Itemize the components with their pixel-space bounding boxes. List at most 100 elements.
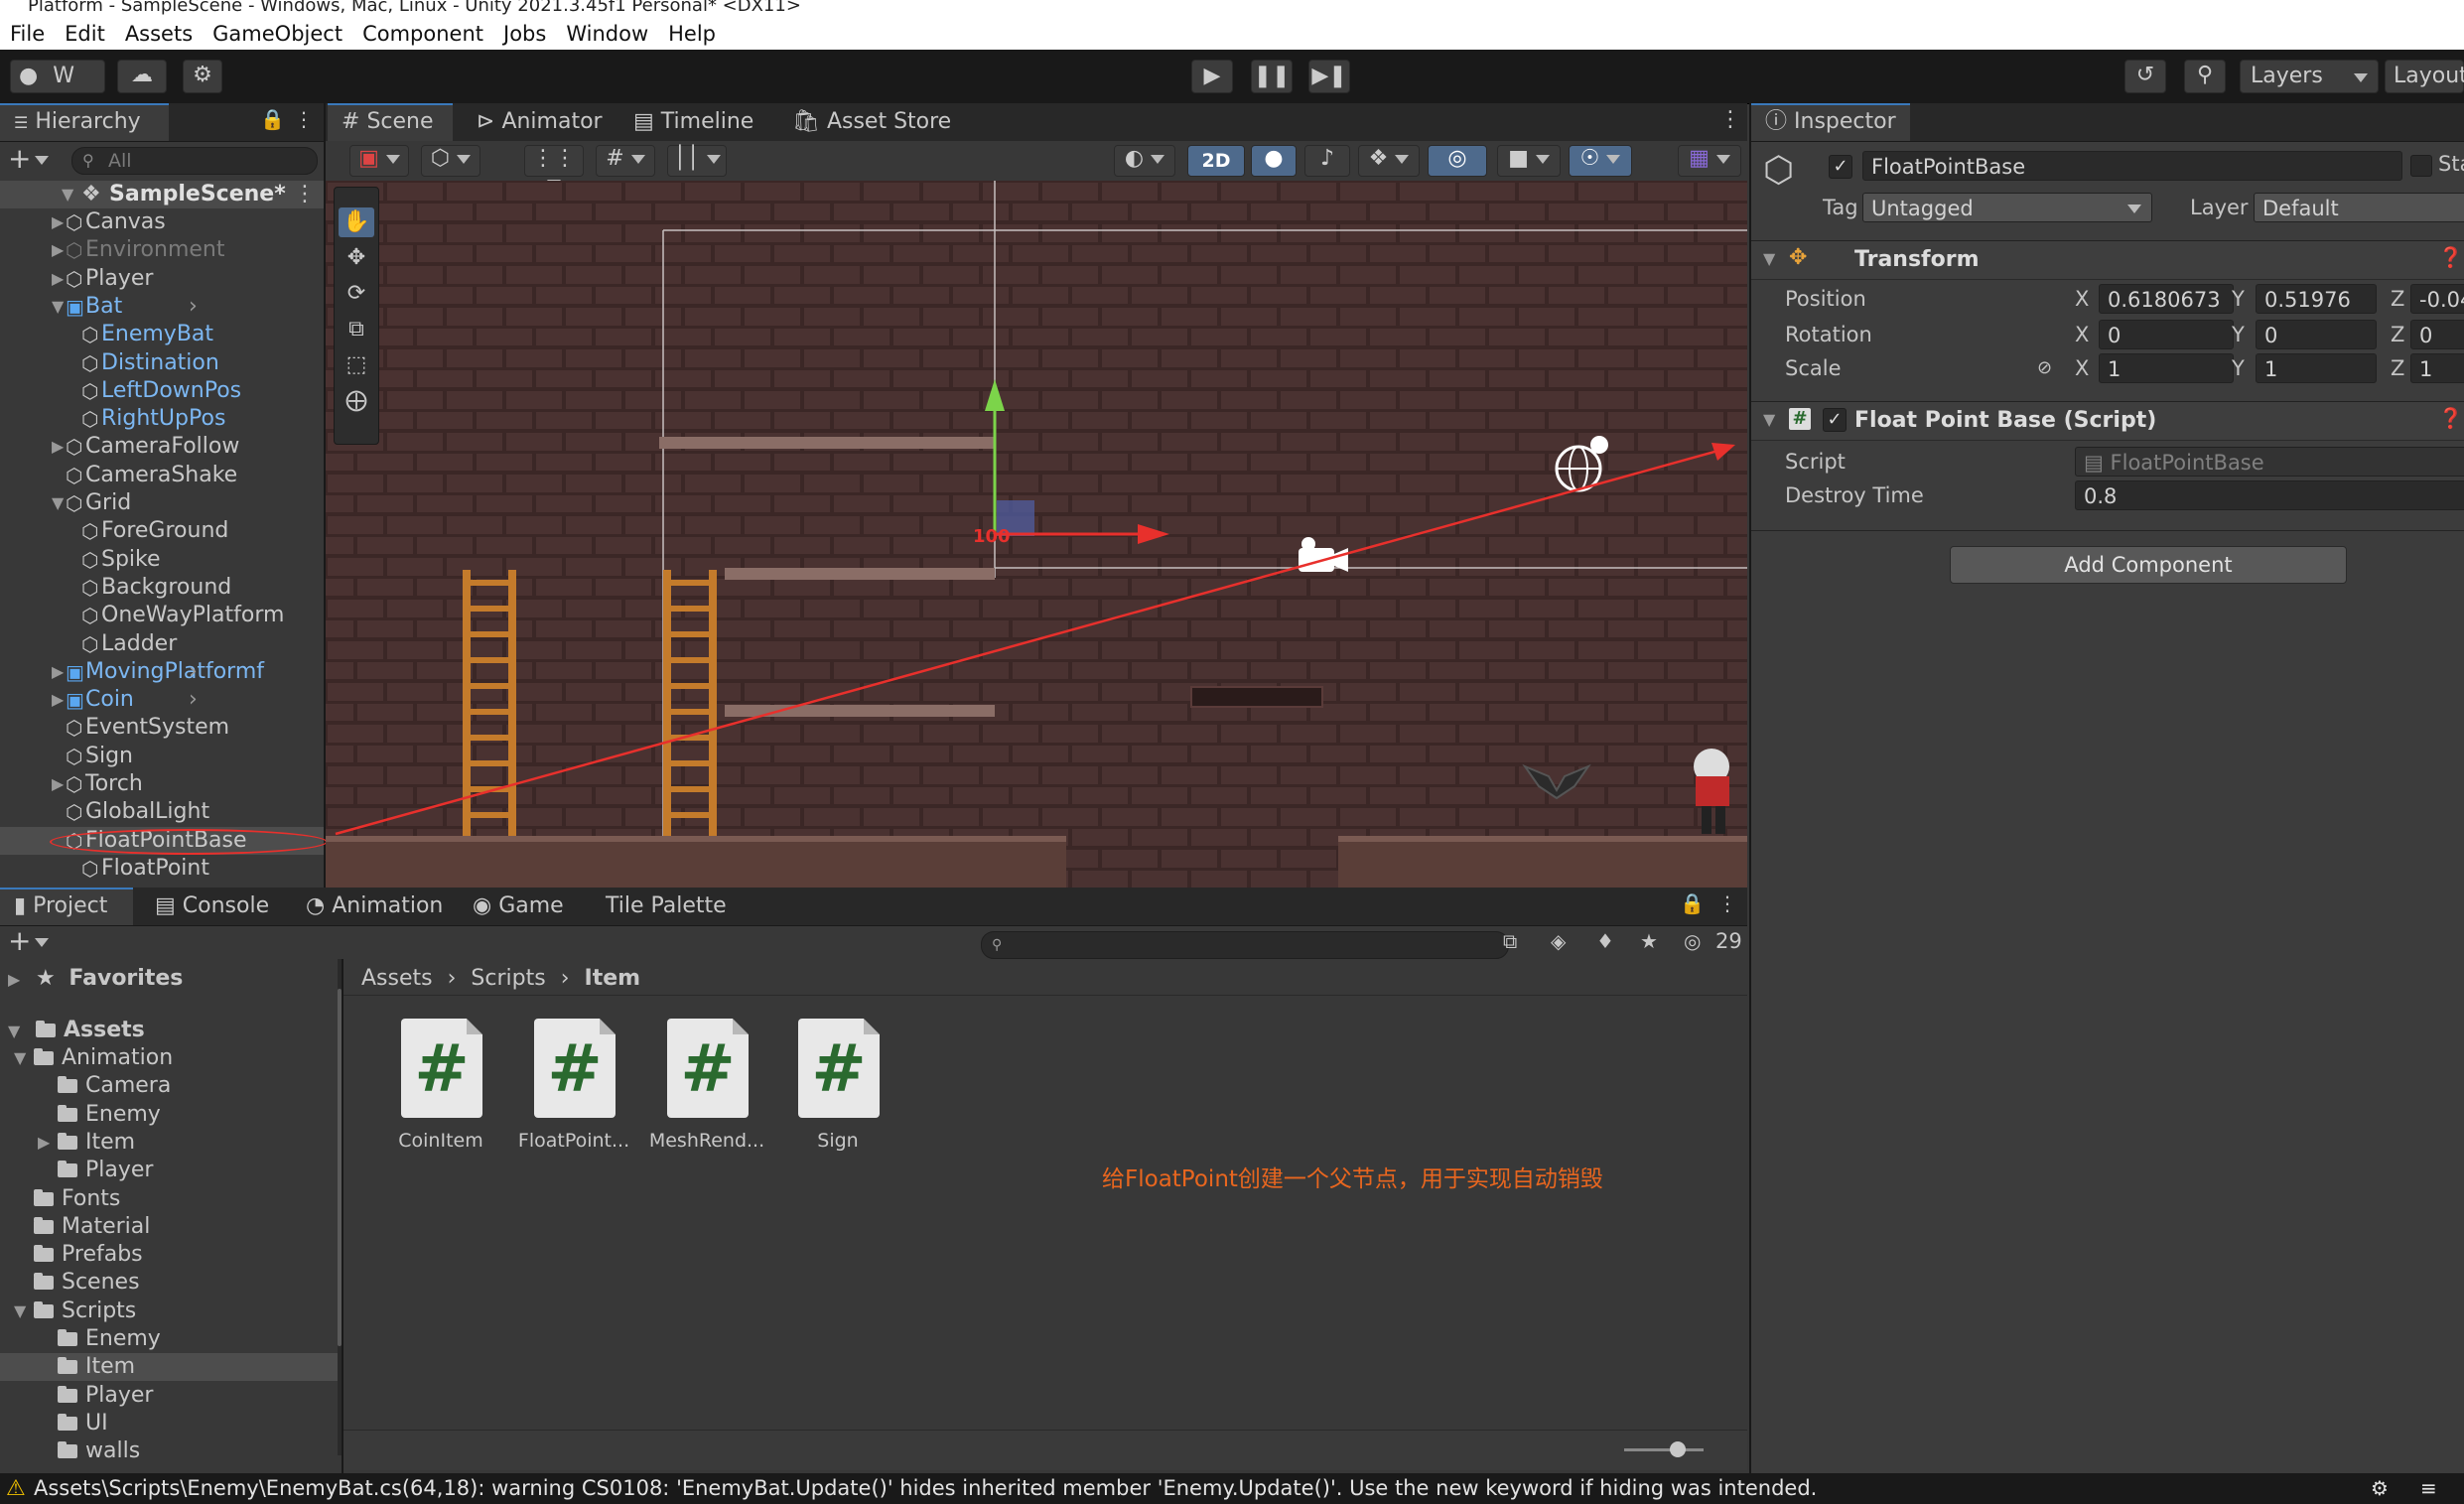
layout-dropdown[interactable]: Layout <box>2385 60 2464 93</box>
lock-icon[interactable]: 🔒 <box>260 107 285 131</box>
folder-row[interactable]: Player <box>0 1382 338 1410</box>
enabled-checkbox[interactable]: ✓ <box>1823 408 1847 432</box>
scene-root-row[interactable]: ▼ ❖ SampleScene* ⋮ <box>0 181 324 208</box>
play-button[interactable]: ▶ <box>1191 60 1233 93</box>
hierarchy-item[interactable]: ▶ ⬡ Torch <box>0 770 324 798</box>
account-button[interactable]: ● W <box>10 60 105 113</box>
tab-asset-store[interactable]: 🛍 Asset Store <box>778 103 965 141</box>
hierarchy-item[interactable]: ⬡ FloatPointBase <box>0 826 328 855</box>
hierarchy-item[interactable]: ▼ ⬡ Grid <box>0 489 324 517</box>
breadcrumb-assets[interactable]: Assets <box>361 966 433 991</box>
hierarchy-item[interactable]: ⬡ CameraShake <box>0 462 324 489</box>
step-button[interactable]: ▶❚ <box>1308 60 1350 93</box>
history-button[interactable]: ↺ <box>2124 60 2166 93</box>
menu-window[interactable]: Window <box>556 16 658 46</box>
tab-game[interactable]: ◉ Game <box>459 888 578 925</box>
folder-row[interactable]: Scenes <box>0 1269 338 1297</box>
gizmo-view-button[interactable]: ⬡ <box>421 145 480 177</box>
hierarchy-item[interactable]: ⬡ FloatPoint <box>0 855 324 883</box>
menu-file[interactable]: File <box>0 16 55 46</box>
folder-row[interactable]: ▼ Animation <box>0 1044 338 1072</box>
rotation-y-field[interactable]: 0 <box>2256 320 2377 349</box>
folder-row[interactable]: Fonts <box>0 1185 338 1213</box>
folder-row[interactable]: Enemy <box>0 1101 338 1129</box>
expand-arrow-icon[interactable]: ▶ <box>52 770 64 798</box>
lighting-toggle[interactable]: ● <box>1251 145 1297 177</box>
menu-component[interactable]: Component <box>352 16 493 46</box>
icon-size-slider-track[interactable] <box>1624 1448 1704 1451</box>
tab-hierarchy[interactable]: ☰ Hierarchy <box>0 103 169 141</box>
help-icon[interactable]: ❓ <box>2438 245 2463 269</box>
menu-gameobject[interactable]: GameObject <box>203 16 352 46</box>
camera-settings-button[interactable]: ■ <box>1497 145 1561 177</box>
folder-row[interactable]: Material <box>0 1213 338 1241</box>
script-asset[interactable]: # CoinItem <box>371 1019 500 1167</box>
object-name-field[interactable]: FloatPointBase <box>1862 151 2402 181</box>
breadcrumb-item[interactable]: Item <box>585 966 641 991</box>
favorites-row[interactable]: ▶ ★ Favorites <box>8 965 183 993</box>
kebab-menu-icon[interactable]: ⋮ <box>294 181 316 208</box>
expand-arrow-icon[interactable]: ▶ <box>52 236 64 264</box>
folder-row[interactable]: ▼ Scripts <box>0 1298 338 1325</box>
folder-row[interactable]: Player <box>0 1157 338 1184</box>
folder-row[interactable]: Camera <box>0 1072 338 1100</box>
tab-console[interactable]: ▤ Console <box>141 888 283 925</box>
menu-assets[interactable]: Assets <box>115 16 203 46</box>
hierarchy-item[interactable]: ⬡ Sign <box>0 743 324 770</box>
position-x-field[interactable]: 0.6180673 <box>2099 284 2234 314</box>
star-icon[interactable]: ★ <box>1640 929 1658 953</box>
tree-scrollbar[interactable] <box>338 959 342 1455</box>
add-object-button[interactable]: + <box>8 145 50 173</box>
destroy-time-field[interactable]: 0.8 <box>2075 480 2464 510</box>
hierarchy-item[interactable]: ⬡ LeftDownPos <box>0 377 324 405</box>
folder-row[interactable]: Enemy <box>0 1325 338 1353</box>
link-icon[interactable]: ⊘ <box>2037 353 2052 383</box>
expand-arrow-icon[interactable]: ▶ <box>52 433 64 461</box>
label-icon[interactable]: ♦ <box>1596 929 1614 953</box>
open-prefab-icon[interactable]: › <box>189 293 198 321</box>
hierarchy-search[interactable]: ⚲ All <box>71 147 318 175</box>
add-component-button[interactable]: Add Component <box>1950 546 2347 584</box>
audio-toggle[interactable]: ♪ <box>1304 145 1350 177</box>
hierarchy-item[interactable]: ▶ ▣ MovingPlatformf › <box>0 658 324 686</box>
tab-timeline[interactable]: ▤ Timeline <box>619 103 767 141</box>
scale-z-field[interactable]: 1 <box>2410 353 2464 383</box>
static-checkbox[interactable] <box>2410 155 2432 177</box>
position-y-field[interactable]: 0.51976 <box>2256 284 2377 314</box>
move-tool-icon[interactable]: ✥ <box>339 243 374 273</box>
progress-icon[interactable]: ≡ <box>2420 1473 2437 1504</box>
expand-arrow-icon[interactable]: ▼ <box>14 1298 26 1325</box>
folder-row[interactable]: Item <box>0 1353 338 1382</box>
debug-icon[interactable]: ⚙ <box>2371 1473 2389 1504</box>
hierarchy-item[interactable]: ▶ ⬡ CameraFollow <box>0 433 324 461</box>
menu-jobs[interactable]: Jobs <box>493 16 556 46</box>
tab-scene[interactable]: # Scene <box>328 103 453 141</box>
expand-arrow-icon[interactable]: ▶ <box>52 208 64 236</box>
snap-button[interactable]: ⋮⋮ <box>524 145 584 189</box>
kebab-menu-icon[interactable]: ⋮ <box>1717 891 1737 915</box>
draw-mode-button[interactable]: ▣ <box>349 145 409 177</box>
hierarchy-item[interactable]: ⬡ ForeGround <box>0 517 324 545</box>
folder-row[interactable]: ▶ Item <box>0 1129 338 1157</box>
tag-dropdown[interactable]: Untagged <box>1862 193 2152 222</box>
hierarchy-item[interactable]: ▼ ▣ Bat › <box>0 293 324 321</box>
icon-size-slider-thumb[interactable] <box>1670 1441 1686 1457</box>
folder-row[interactable]: UI <box>0 1410 338 1437</box>
position-z-field[interactable]: -0.04 <box>2410 284 2464 314</box>
hierarchy-item[interactable]: ⬡ Spike <box>0 546 324 574</box>
hierarchy-item[interactable]: ⬡ OneWayPlatform <box>0 602 324 629</box>
tab-animation[interactable]: ◔ Animation <box>292 888 457 925</box>
hierarchy-item[interactable]: ▶ ⬡ Environment <box>0 236 324 264</box>
expand-arrow-icon[interactable]: ▶ <box>52 658 64 686</box>
hierarchy-item[interactable]: ⬡ EnemyBat <box>0 321 324 348</box>
rect-tool-icon[interactable]: ⬚ <box>339 350 374 380</box>
open-prefab-icon[interactable]: › <box>189 686 198 714</box>
search-scope-icon[interactable]: ⧉ <box>1503 929 1517 953</box>
tab-project[interactable]: ▮ Project <box>0 888 133 925</box>
menu-edit[interactable]: Edit <box>55 16 115 46</box>
cloud-button[interactable]: ☁ <box>117 60 167 93</box>
lock-icon[interactable]: 🔒 <box>1680 891 1705 915</box>
grid-snap-button[interactable]: # <box>596 145 655 177</box>
tab-inspector[interactable]: ⓘ Inspector <box>1751 103 1910 141</box>
menu-help[interactable]: Help <box>658 16 726 46</box>
